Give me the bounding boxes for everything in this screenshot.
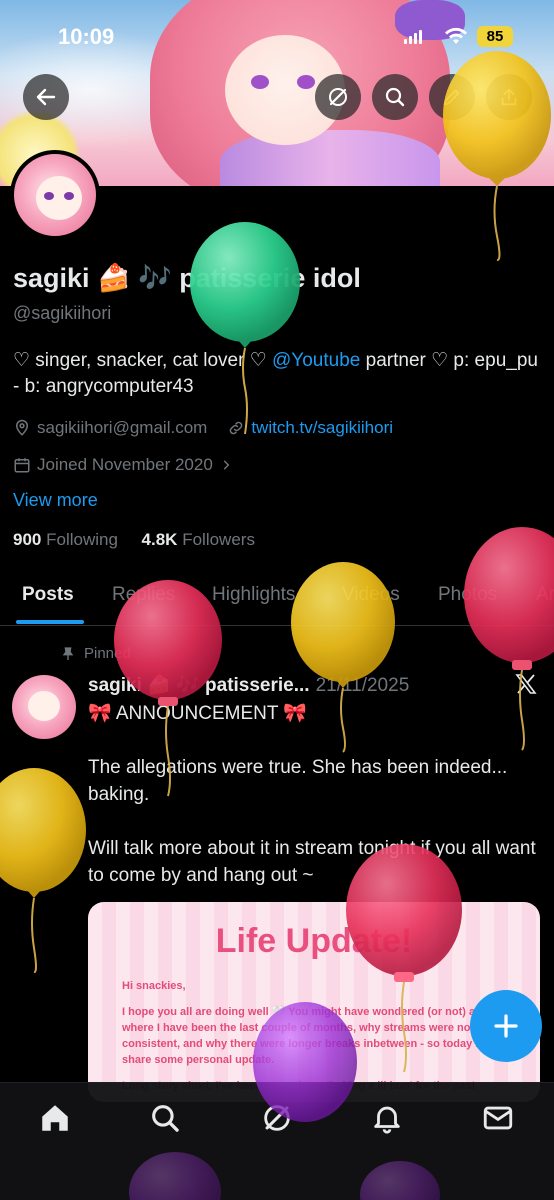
tab-articles[interactable]: Ar [536, 584, 554, 606]
profile-tabs: Posts Replies Highlights Videos Photos A… [0, 572, 554, 626]
banner-eye [297, 75, 315, 89]
share-button[interactable] [486, 74, 532, 120]
pinned-indicator: Pinned [60, 645, 131, 662]
followers-stat[interactable]: 4.8K Followers [142, 530, 255, 549]
link-icon [230, 421, 243, 435]
avatar-eye [64, 192, 74, 200]
follow-stats: 900 Following 4.8K Followers [13, 530, 255, 550]
following-label: Following [46, 530, 118, 549]
x-logo-icon[interactable] [514, 672, 538, 696]
back-button[interactable] [23, 74, 69, 120]
following-stat[interactable]: 900 Following [13, 530, 118, 549]
view-more-link[interactable]: View more [13, 490, 98, 511]
search-icon [385, 87, 405, 107]
profile-website-link[interactable]: twitch.tv/sagikiihori [251, 418, 393, 438]
mail-icon[interactable] [481, 1101, 515, 1135]
grok-icon [329, 88, 347, 106]
joined-date: Joined November 2020 [37, 455, 213, 474]
search-button[interactable] [372, 74, 418, 120]
arrow-left-icon [36, 88, 56, 106]
card-line: I hope you all are doing well 🤍 You migh… [122, 1006, 520, 1066]
profile-bio: ♡ singer, snacker, cat lover ♡ @Youtube … [13, 348, 543, 400]
tab-replies[interactable]: Replies [112, 584, 175, 606]
grok-icon[interactable] [260, 1101, 294, 1135]
followers-label: Followers [182, 530, 255, 549]
compose-button[interactable] [470, 990, 542, 1062]
followers-count: 4.8K [141, 530, 178, 549]
share-icon [501, 88, 517, 106]
profile-avatar[interactable] [10, 150, 100, 240]
avatar-face [36, 176, 82, 220]
bottom-nav [0, 1082, 554, 1200]
chevron-right-icon [223, 460, 230, 470]
post-line: The allegations were true. She has been … [88, 757, 508, 805]
post-date[interactable]: 21/11/2025 [316, 675, 410, 696]
home-icon[interactable] [38, 1101, 72, 1135]
tab-videos[interactable]: Videos [342, 584, 400, 606]
cellular-signal-icon [404, 30, 422, 44]
tab-photos[interactable]: Photos [438, 584, 497, 606]
pin-icon [62, 646, 74, 660]
clock: 10:09 [58, 24, 115, 49]
banner-character-dress [220, 130, 440, 186]
edit-icon [443, 89, 460, 106]
following-count: 900 [13, 530, 42, 549]
tab-highlights[interactable]: Highlights [212, 584, 295, 606]
profile-meta-row: sagikiihori@gmail.com twitch.tv/sagikiih… [13, 418, 393, 438]
pinned-label: Pinned [84, 645, 131, 662]
search-icon[interactable] [148, 1101, 182, 1135]
calendar-icon [14, 458, 30, 473]
tab-posts[interactable]: Posts [22, 584, 74, 606]
post-header: sagiki 🍰 🎶 patisserie... 21/11/2025 [88, 673, 409, 697]
active-tab-indicator [16, 620, 84, 624]
status-bar: 10:09 85 [0, 0, 554, 70]
plus-icon [494, 1014, 518, 1038]
display-name: sagiki 🍰 🎶 patisserie idol [13, 263, 361, 293]
banner-eye [251, 75, 269, 89]
card-title: Life Update! [215, 922, 413, 960]
post-author-avatar[interactable] [12, 675, 76, 739]
bio-mention-link[interactable]: @Youtube [272, 350, 360, 371]
balloon-green [190, 222, 300, 435]
edit-button[interactable] [429, 74, 475, 120]
post-image-card[interactable]: Life Update! Hi snackies, I hope you all… [88, 902, 540, 1102]
profile-email: sagikiihori@gmail.com [37, 418, 208, 437]
user-handle: @sagikiihori [13, 303, 112, 323]
grok-button[interactable] [315, 74, 361, 120]
location-pin-icon [15, 419, 29, 436]
post-author-name[interactable]: sagiki 🍰 🎶 patisserie... [88, 675, 310, 696]
post-body: 🎀 ANNOUNCEMENT 🎀 The allegations were tr… [88, 700, 538, 916]
bio-text: ♡ singer, snacker, cat lover ♡ [13, 350, 273, 371]
wifi-icon [445, 27, 467, 44]
balloon-yellow [0, 768, 86, 973]
battery-indicator: 85 [477, 26, 513, 47]
avatar-eye [44, 192, 54, 200]
joined-row[interactable]: Joined November 2020 [13, 455, 233, 475]
post-line: 🎀 ANNOUNCEMENT 🎀 [88, 703, 308, 724]
card-line: Hi snackies, [122, 980, 186, 992]
bell-icon[interactable] [370, 1101, 404, 1135]
avatar-face [28, 691, 60, 721]
post-line: Will talk more about it in stream tonigh… [88, 838, 536, 886]
